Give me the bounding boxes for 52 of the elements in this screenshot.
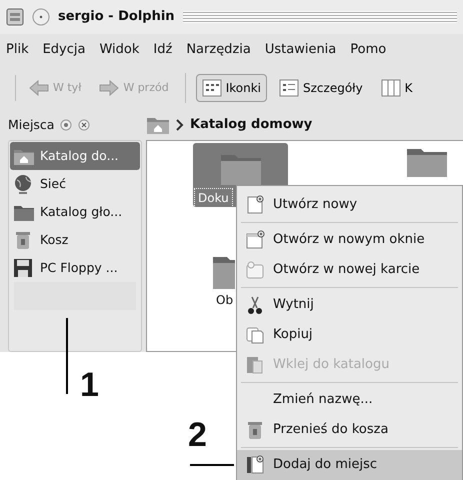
file-item[interactable]: Ob xyxy=(211,249,237,309)
folder-icon xyxy=(405,147,449,177)
panel-title: Miejsca xyxy=(8,116,54,134)
view-mode-button[interactable]: Ikonki xyxy=(196,74,267,102)
menu-item[interactable]: Zmień nazwę... xyxy=(237,385,462,415)
leader-line xyxy=(190,464,234,466)
window-title: sergio - Dolphin xyxy=(58,8,175,26)
file-name: Ob xyxy=(215,292,234,309)
places-item[interactable]: Katalog gło... xyxy=(10,198,140,226)
new-window-icon xyxy=(245,230,265,250)
bookmark-icon xyxy=(245,455,265,475)
file-name: Doku xyxy=(195,189,232,207)
paste-icon xyxy=(245,355,265,375)
menu-item[interactable]: Wytnij xyxy=(237,290,462,320)
home-folder-icon xyxy=(146,115,170,135)
columns-icon xyxy=(380,78,401,98)
new-file-icon xyxy=(245,195,265,215)
places-item[interactable]: Sieć xyxy=(10,170,140,198)
menu-item[interactable]: Plik xyxy=(6,40,29,60)
menu-item[interactable]: Przenieś do kosza xyxy=(237,415,462,445)
view-mode-button[interactable]: Szczegóły xyxy=(273,74,369,102)
callout-number: 1 xyxy=(80,368,99,402)
menu-item[interactable]: Edycja xyxy=(42,40,86,60)
grip-handle-icon xyxy=(14,75,17,101)
callout-number: 2 xyxy=(188,418,207,452)
menu-item[interactable]: Otwórz w nowej karcie xyxy=(237,255,462,285)
breadcrumb-item[interactable]: Katalog domowy xyxy=(190,115,312,135)
menu-item[interactable]: Kopiuj xyxy=(237,320,462,350)
new-tab-icon xyxy=(245,260,265,280)
menu-item[interactable]: Otwórz w nowym oknie xyxy=(237,225,462,255)
trash-can-icon xyxy=(245,420,265,440)
drawer-icon xyxy=(6,8,24,26)
menu-item[interactable]: Narzędzia xyxy=(186,40,251,60)
chevron-icon xyxy=(176,119,184,131)
pin-icon xyxy=(32,8,50,26)
right-arrow-icon xyxy=(99,78,120,98)
places-item[interactable]: PC Floppy ... xyxy=(10,254,140,282)
menu-item[interactable]: Widok xyxy=(99,40,140,60)
copy-icon xyxy=(245,325,265,345)
menu-item[interactable]: Dodaj do miejsc xyxy=(237,450,462,480)
float-panel-icon xyxy=(60,119,72,131)
close-icon xyxy=(78,119,90,131)
menu-item[interactable]: Idź xyxy=(153,40,172,60)
list-view-icon xyxy=(279,78,299,98)
icon-grid-icon xyxy=(202,78,222,98)
menu-item[interactable]: Pomo xyxy=(350,40,386,60)
left-arrow-icon xyxy=(29,78,49,98)
menu-item[interactable]: Ustawienia xyxy=(264,40,336,60)
view-mode-button[interactable]: K xyxy=(374,74,419,102)
places-item[interactable]: Katalog do... xyxy=(10,142,140,170)
places-item[interactable]: Kosz xyxy=(10,226,140,254)
scissors-icon xyxy=(245,295,265,315)
